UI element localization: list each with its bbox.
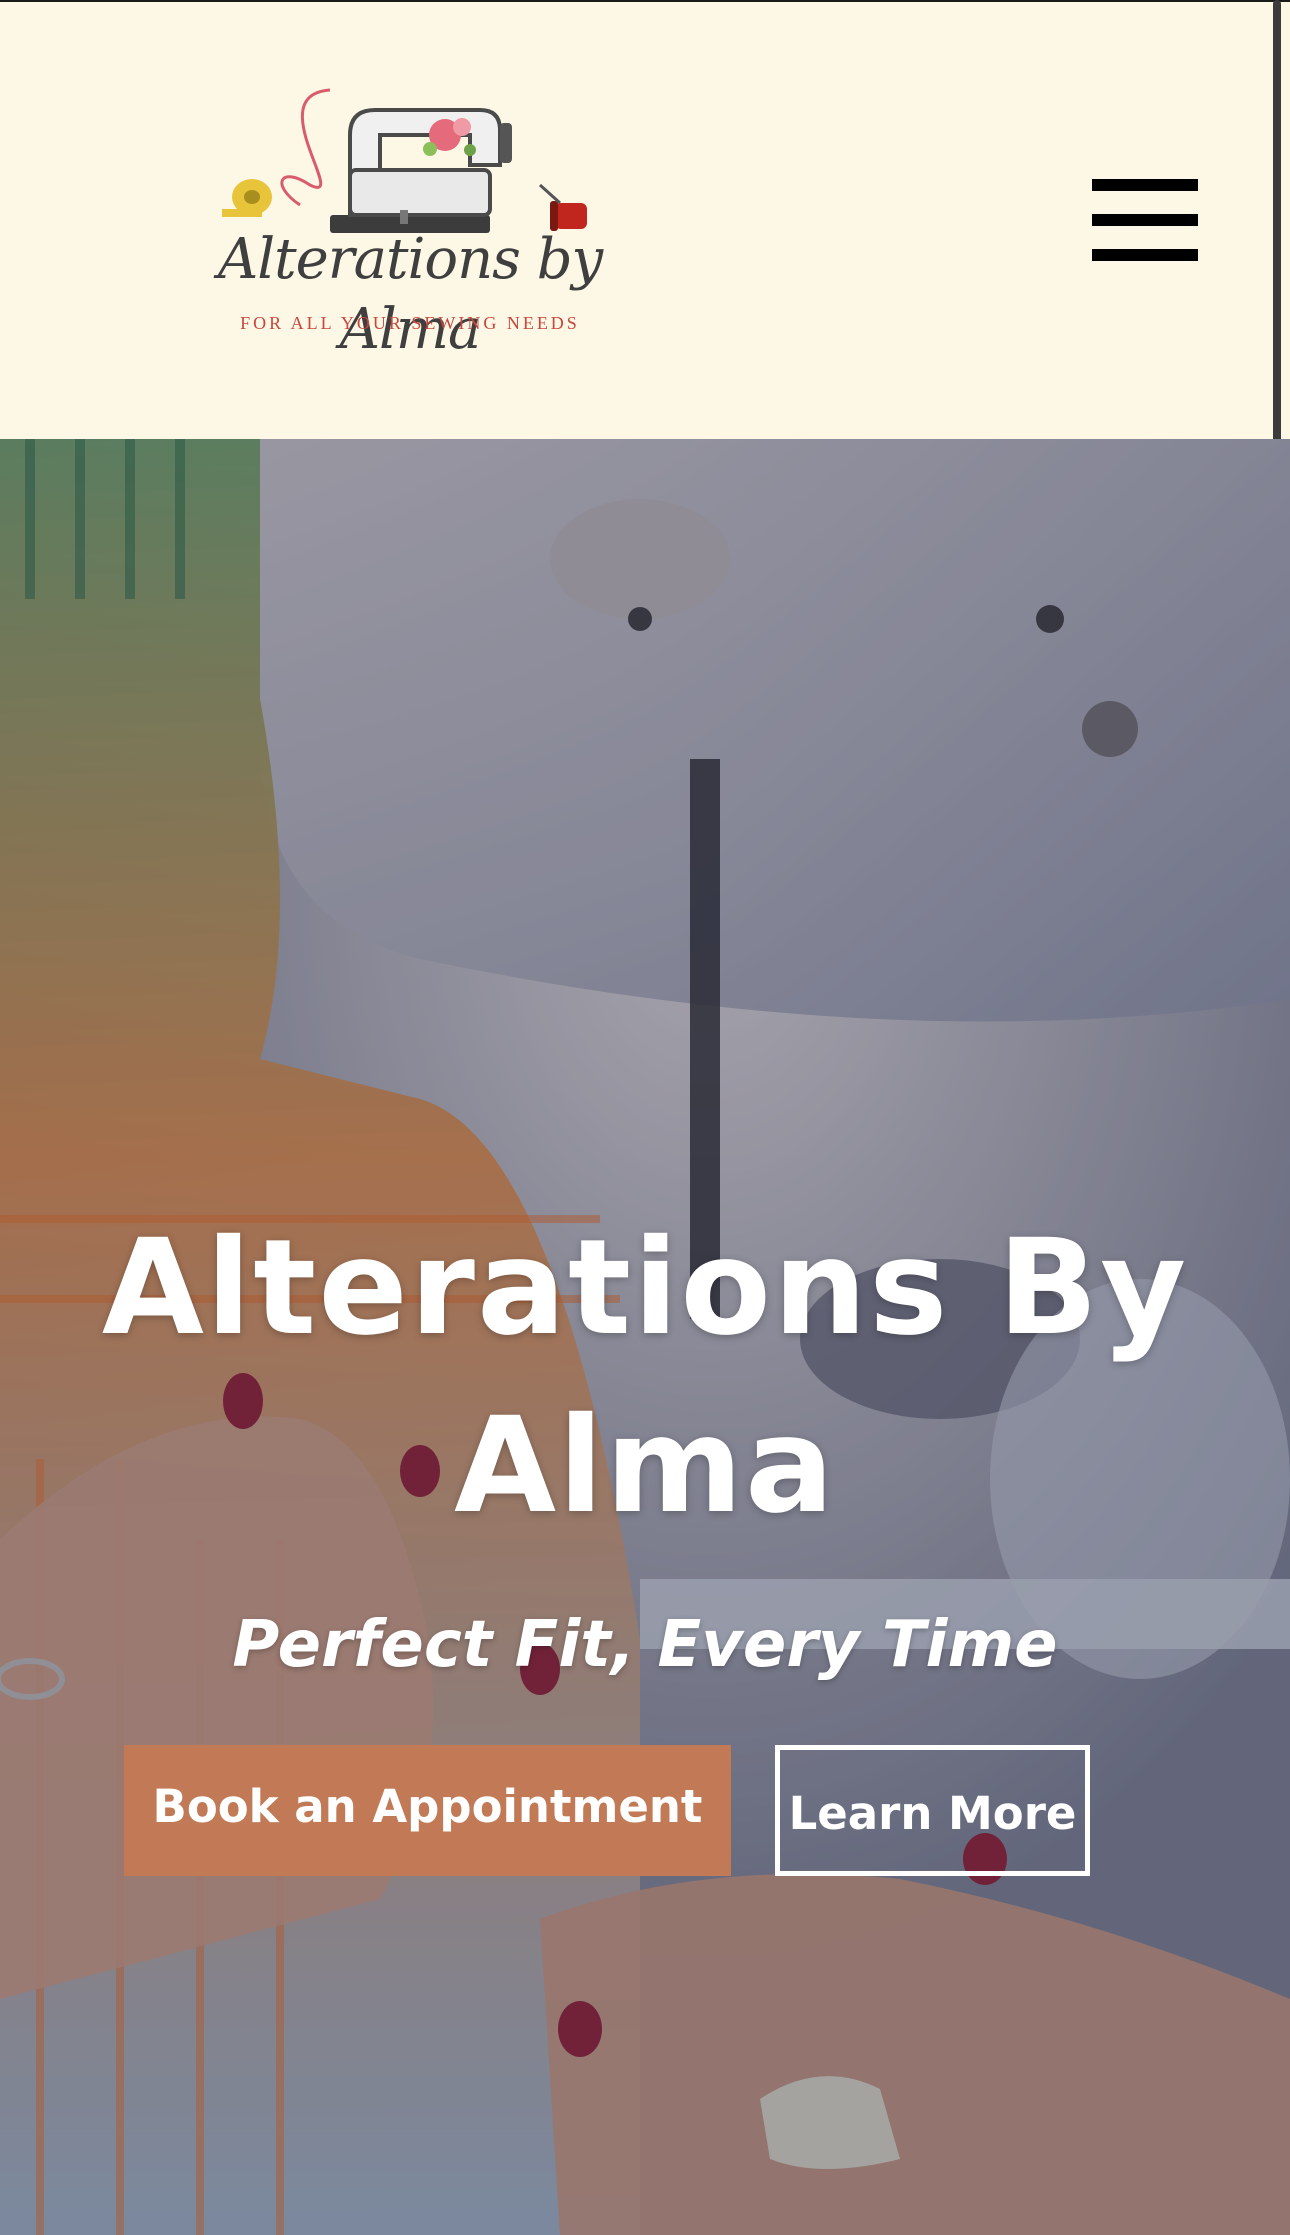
hamburger-menu-icon[interactable] [1092,179,1198,261]
menu-bar-top [1092,179,1198,191]
site-logo[interactable]: Alterations by Alma FOR ALL YOUR SEWING … [200,75,620,362]
learn-more-button[interactable]: Learn More [775,1745,1090,1876]
sewing-machine-logo-icon [222,88,587,233]
site-header: Alterations by Alma FOR ALL YOUR SEWING … [0,0,1290,439]
hero-section: Alterations By Alma Perfect Fit, Every T… [0,439,1290,2235]
menu-bar-bottom [1092,249,1198,261]
sewing-machine-icon [330,108,512,233]
logo-tagline: FOR ALL YOUR SEWING NEEDS [240,313,580,333]
tape-measure-icon [222,179,272,217]
logo-wordmark: Alterations by Alma [217,227,603,362]
page: Alterations by Alma FOR ALL YOUR SEWING … [0,0,1290,2235]
book-appointment-button[interactable]: Book an Appointment [124,1745,731,1876]
top-border [0,0,1290,2]
hero-title: Alterations By Alma [101,1211,1189,1543]
hero-subtitle: Perfect Fit, Every Time [232,1608,1058,1682]
menu-bar-middle [1092,214,1198,226]
